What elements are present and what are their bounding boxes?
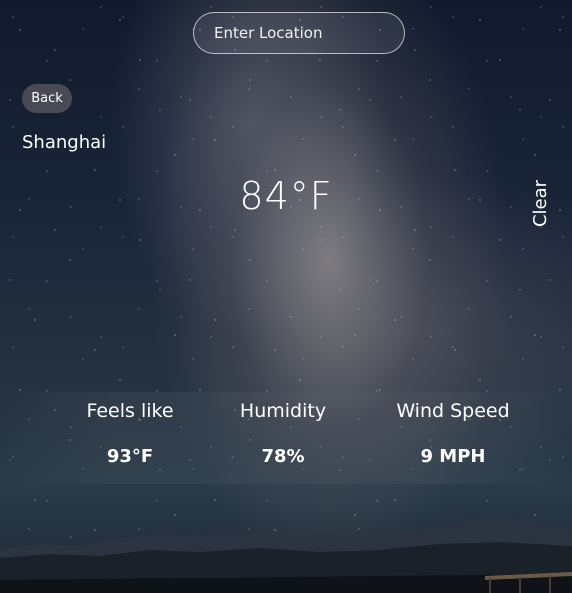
mountain-silhouette (0, 518, 572, 593)
humidity-label: Humidity (239, 400, 327, 422)
feels-like-stat: Feels like 93°F (50, 392, 210, 467)
weather-app: Back Shanghai 84°F Clear Feels like 93°F… (0, 0, 572, 593)
feels-like-value: 93°F (106, 446, 154, 467)
weather-stats-panel: Feels like 93°F Humidity 78% Wind Speed … (0, 392, 572, 484)
wind-speed-value: 9 MPH (420, 446, 486, 467)
location-search-input[interactable] (193, 12, 405, 54)
humidity-stat: Humidity 78% (203, 392, 363, 467)
wind-speed-label: Wind Speed (396, 400, 510, 422)
current-temperature: 84°F (239, 174, 333, 218)
feels-like-label: Feels like (86, 400, 174, 422)
weather-condition: Clear (518, 179, 564, 227)
humidity-value: 78% (261, 446, 305, 467)
city-name: Shanghai (22, 132, 107, 153)
wind-speed-stat: Wind Speed 9 MPH (373, 392, 533, 467)
back-button[interactable]: Back (22, 84, 72, 113)
weather-condition-label: Clear (530, 179, 552, 227)
